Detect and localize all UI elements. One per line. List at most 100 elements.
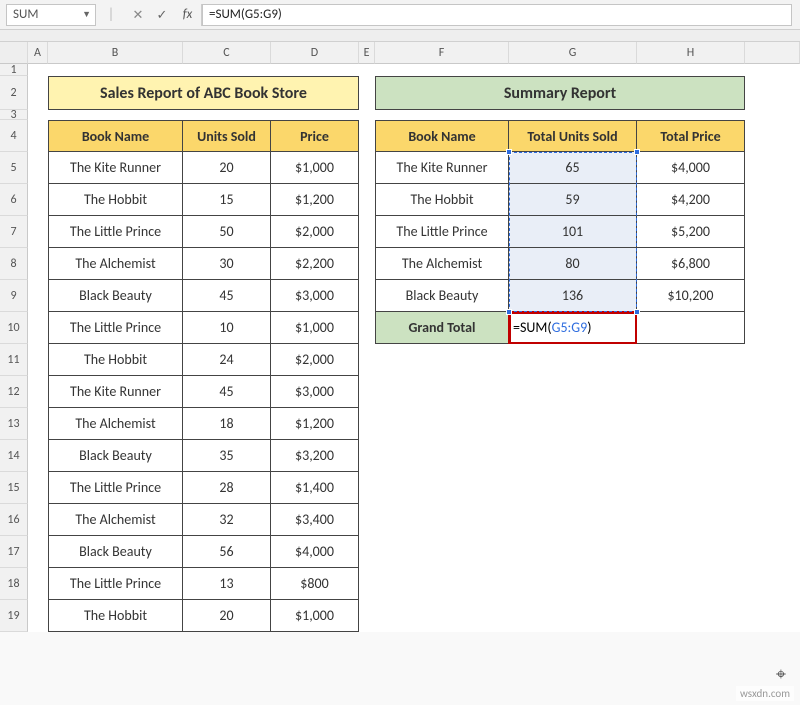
row-header[interactable]: 5 [0,152,28,184]
cell[interactable]: The Hobbit [48,184,183,216]
cell[interactable]: The Kite Runner [48,376,183,408]
cell[interactable] [637,600,745,632]
cell[interactable]: $1,200 [271,408,359,440]
cell[interactable]: Black Beauty [48,440,183,472]
cell[interactable] [183,110,271,120]
cell-g6[interactable]: 59 [509,184,637,216]
cell[interactable]: The Little Prince [48,312,183,344]
cell[interactable] [745,76,800,110]
cell[interactable]: 13 [183,568,271,600]
cell[interactable] [375,110,509,120]
row-header[interactable]: 9 [0,280,28,312]
cell[interactable]: $2,000 [271,216,359,248]
grand-total-label[interactable]: Grand Total [375,312,509,344]
cell[interactable] [28,248,48,280]
right-header[interactable]: Total Price [637,120,745,152]
name-box[interactable]: SUM ▼ [6,4,96,26]
cell[interactable]: $1,000 [271,312,359,344]
col-header[interactable] [745,42,800,64]
cell[interactable] [637,504,745,536]
cell[interactable] [48,110,183,120]
col-header[interactable]: A [28,42,48,64]
cell[interactable]: Black Beauty [375,280,509,312]
cell[interactable] [745,536,800,568]
cancel-icon[interactable]: ✕ [126,7,150,23]
cell[interactable] [28,536,48,568]
fx-icon[interactable]: fx [174,4,202,26]
cell[interactable]: $4,200 [637,184,745,216]
row-header[interactable]: 17 [0,536,28,568]
cell[interactable] [637,440,745,472]
cell[interactable] [745,280,800,312]
cell[interactable]: The Hobbit [48,344,183,376]
col-header[interactable]: H [637,42,745,64]
row-header[interactable]: 12 [0,376,28,408]
row-header[interactable]: 11 [0,344,28,376]
cell-g5[interactable]: 65 [509,152,637,184]
cell[interactable] [745,216,800,248]
cell[interactable] [375,408,509,440]
cell[interactable] [745,120,800,152]
cell[interactable] [28,408,48,440]
cell[interactable]: 10 [183,312,271,344]
row-header[interactable]: 3 [0,110,28,120]
cell[interactable] [745,312,800,344]
row-header[interactable]: 19 [0,600,28,632]
cell[interactable] [637,64,745,76]
cell[interactable] [745,600,800,632]
cell[interactable] [28,600,48,632]
range-handle[interactable] [634,149,640,155]
cell[interactable]: $1,000 [271,152,359,184]
cell[interactable] [509,568,637,600]
cell[interactable] [359,344,375,376]
formula-input[interactable]: =SUM(G5:G9) [202,4,792,26]
cell[interactable] [359,248,375,280]
cell[interactable]: The Little Prince [48,568,183,600]
left-table-title[interactable]: Sales Report of ABC Book Store [48,76,359,110]
cell[interactable] [359,110,375,120]
cell[interactable]: 45 [183,376,271,408]
cell[interactable] [637,536,745,568]
cell[interactable] [359,184,375,216]
cell[interactable] [375,568,509,600]
cell[interactable]: $3,000 [271,376,359,408]
row-header[interactable]: 18 [0,568,28,600]
cell[interactable]: $4,000 [637,152,745,184]
cell[interactable]: $800 [271,568,359,600]
cell[interactable]: 35 [183,440,271,472]
right-header[interactable]: Total Units Sold [509,120,637,152]
cell[interactable] [359,536,375,568]
col-header[interactable]: C [183,42,271,64]
cell[interactable]: 32 [183,504,271,536]
cell[interactable]: $2,200 [271,248,359,280]
cell[interactable] [637,110,745,120]
cell[interactable]: The Little Prince [48,472,183,504]
chevron-down-icon[interactable]: ▼ [82,9,91,20]
cell[interactable] [509,504,637,536]
cell[interactable]: 18 [183,408,271,440]
cell[interactable] [509,408,637,440]
cell[interactable] [28,312,48,344]
cell[interactable] [745,504,800,536]
cell[interactable] [28,376,48,408]
cell[interactable]: 50 [183,216,271,248]
range-handle[interactable] [506,149,512,155]
right-header[interactable]: Book Name [375,120,509,152]
cell[interactable] [359,568,375,600]
cell[interactable] [637,408,745,440]
cell[interactable]: The Kite Runner [48,152,183,184]
cell[interactable] [359,312,375,344]
cell[interactable] [745,568,800,600]
cell[interactable] [745,440,800,472]
cell[interactable] [509,376,637,408]
cell[interactable]: Black Beauty [48,536,183,568]
cell[interactable] [745,248,800,280]
cell[interactable] [28,440,48,472]
row-header[interactable]: 10 [0,312,28,344]
row-header[interactable]: 4 [0,120,28,152]
cell[interactable] [28,76,48,110]
cell[interactable] [28,504,48,536]
cell[interactable]: The Alchemist [48,408,183,440]
cell[interactable]: The Hobbit [375,184,509,216]
cell[interactable] [271,110,359,120]
